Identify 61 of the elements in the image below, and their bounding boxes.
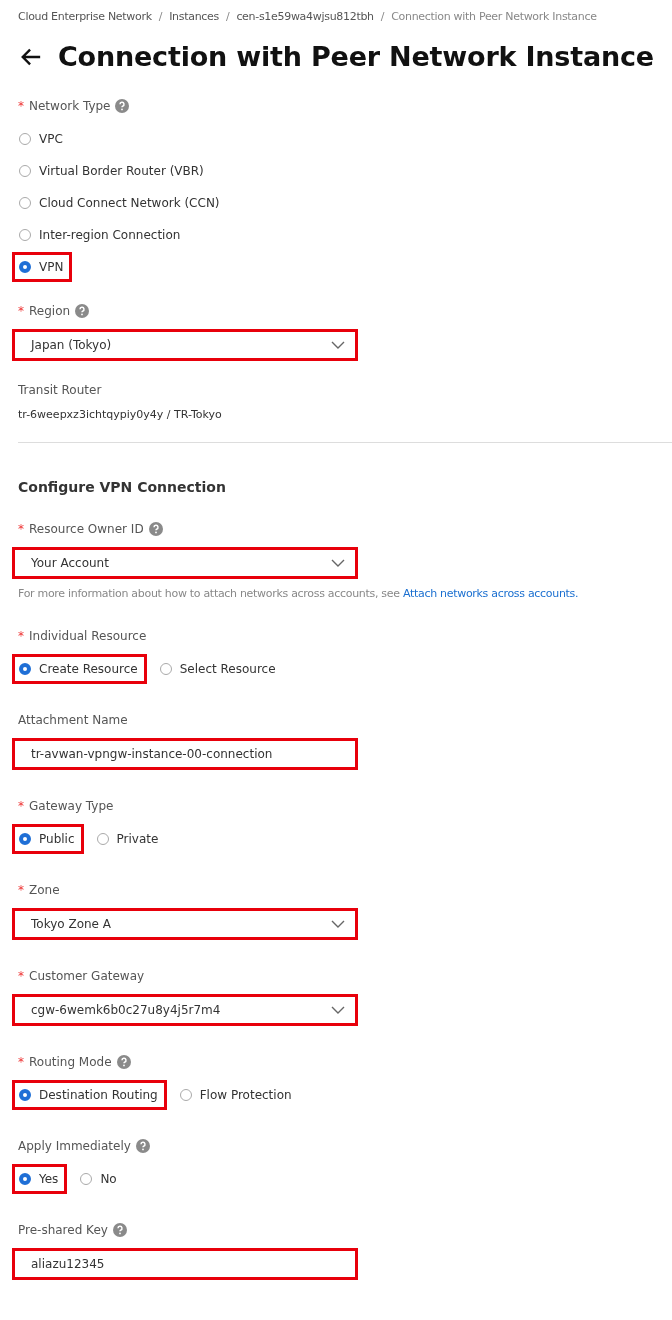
select-dropdown[interactable]: Tokyo Zone A: [12, 908, 358, 940]
field-label: Network Type: [29, 99, 111, 113]
section-heading: Configure VPN Connection: [18, 479, 227, 495]
radio-option[interactable]: Virtual Border Router (VBR): [12, 156, 213, 186]
chevron-down-icon: [331, 341, 345, 349]
chevron-down-icon: [331, 1006, 345, 1014]
help-icon[interactable]: [115, 99, 130, 113]
select-dropdown[interactable]: Japan (Tokyo): [12, 329, 358, 361]
help-text: For more information about how to attach networks across accounts, see Attach networks across accounts.: [18, 587, 580, 600]
field-label: Resource Owner ID: [29, 522, 144, 536]
field-label: Individual Resource: [29, 629, 147, 643]
help-icon[interactable]: [112, 1223, 127, 1237]
field-label: Pre-shared Key: [18, 1223, 108, 1237]
radio-option[interactable]: VPC: [12, 124, 72, 154]
select-dropdown[interactable]: cgw-6wemk6b0c27u8y4j5r7m4: [12, 994, 358, 1026]
help-icon[interactable]: [116, 1055, 131, 1069]
radio-option[interactable]: VPN: [12, 252, 73, 282]
breadcrumb-separator: /: [158, 10, 163, 23]
breadcrumb-link[interactable]: Cloud Enterprise Network: [18, 10, 152, 23]
radio-option[interactable]: Create Resource: [12, 654, 147, 684]
breadcrumb-link[interactable]: Connection with Peer Network Instance: [391, 10, 597, 23]
chevron-down-icon: [331, 920, 345, 928]
required-asterisk: *: [18, 799, 24, 813]
field-label: Attachment Name: [18, 713, 128, 727]
page-title: Connection with Peer Network Instance: [58, 41, 654, 72]
select-dropdown[interactable]: Your Account: [12, 547, 358, 579]
radio-option[interactable]: Cloud Connect Network (CCN): [12, 188, 229, 218]
required-asterisk: *: [18, 1055, 24, 1069]
radio-option[interactable]: Flow Protection: [172, 1080, 301, 1110]
field-label: Gateway Type: [29, 799, 114, 813]
breadcrumb-link[interactable]: Instances: [169, 10, 219, 23]
radio-option[interactable]: Inter-region Connection: [12, 220, 190, 250]
breadcrumb-separator: /: [380, 10, 385, 23]
help-icon[interactable]: [148, 522, 163, 536]
help-icon[interactable]: [75, 304, 90, 318]
required-asterisk: *: [18, 883, 24, 897]
field-label: Apply Immediately: [18, 1139, 131, 1153]
required-asterisk: *: [18, 969, 24, 983]
field-label: Routing Mode: [29, 1055, 112, 1069]
text-input[interactable]: tr-avwan-vpngw-instance-00-connection: [12, 738, 358, 770]
text-input[interactable]: aliazu12345: [12, 1248, 358, 1280]
field-value: tr-6weepxz3ichtqypiy0y4y / TR-Tokyo: [18, 408, 223, 421]
radio-option[interactable]: Public: [12, 824, 84, 854]
field-label: Customer Gateway: [29, 969, 145, 983]
radio-option[interactable]: Private: [89, 824, 168, 854]
chevron-down-icon: [331, 559, 345, 567]
required-asterisk: *: [18, 522, 24, 536]
required-asterisk: *: [18, 629, 24, 643]
radio-option[interactable]: Select Resource: [152, 654, 285, 684]
radio-option[interactable]: Destination Routing: [12, 1080, 167, 1110]
field-label: Region: [29, 304, 71, 318]
help-icon[interactable]: [135, 1139, 150, 1153]
required-asterisk: *: [18, 99, 24, 113]
radio-option[interactable]: Yes: [12, 1164, 68, 1194]
breadcrumb-link[interactable]: cen-s1e59wa4wjsu812tbh: [236, 10, 374, 23]
docs-link[interactable]: Attach networks across accounts.: [402, 587, 579, 600]
breadcrumb-separator: /: [225, 10, 230, 23]
field-label: Transit Router: [18, 383, 102, 397]
required-asterisk: *: [18, 304, 24, 318]
radio-option[interactable]: No: [73, 1164, 126, 1194]
field-label: Zone: [29, 883, 60, 897]
